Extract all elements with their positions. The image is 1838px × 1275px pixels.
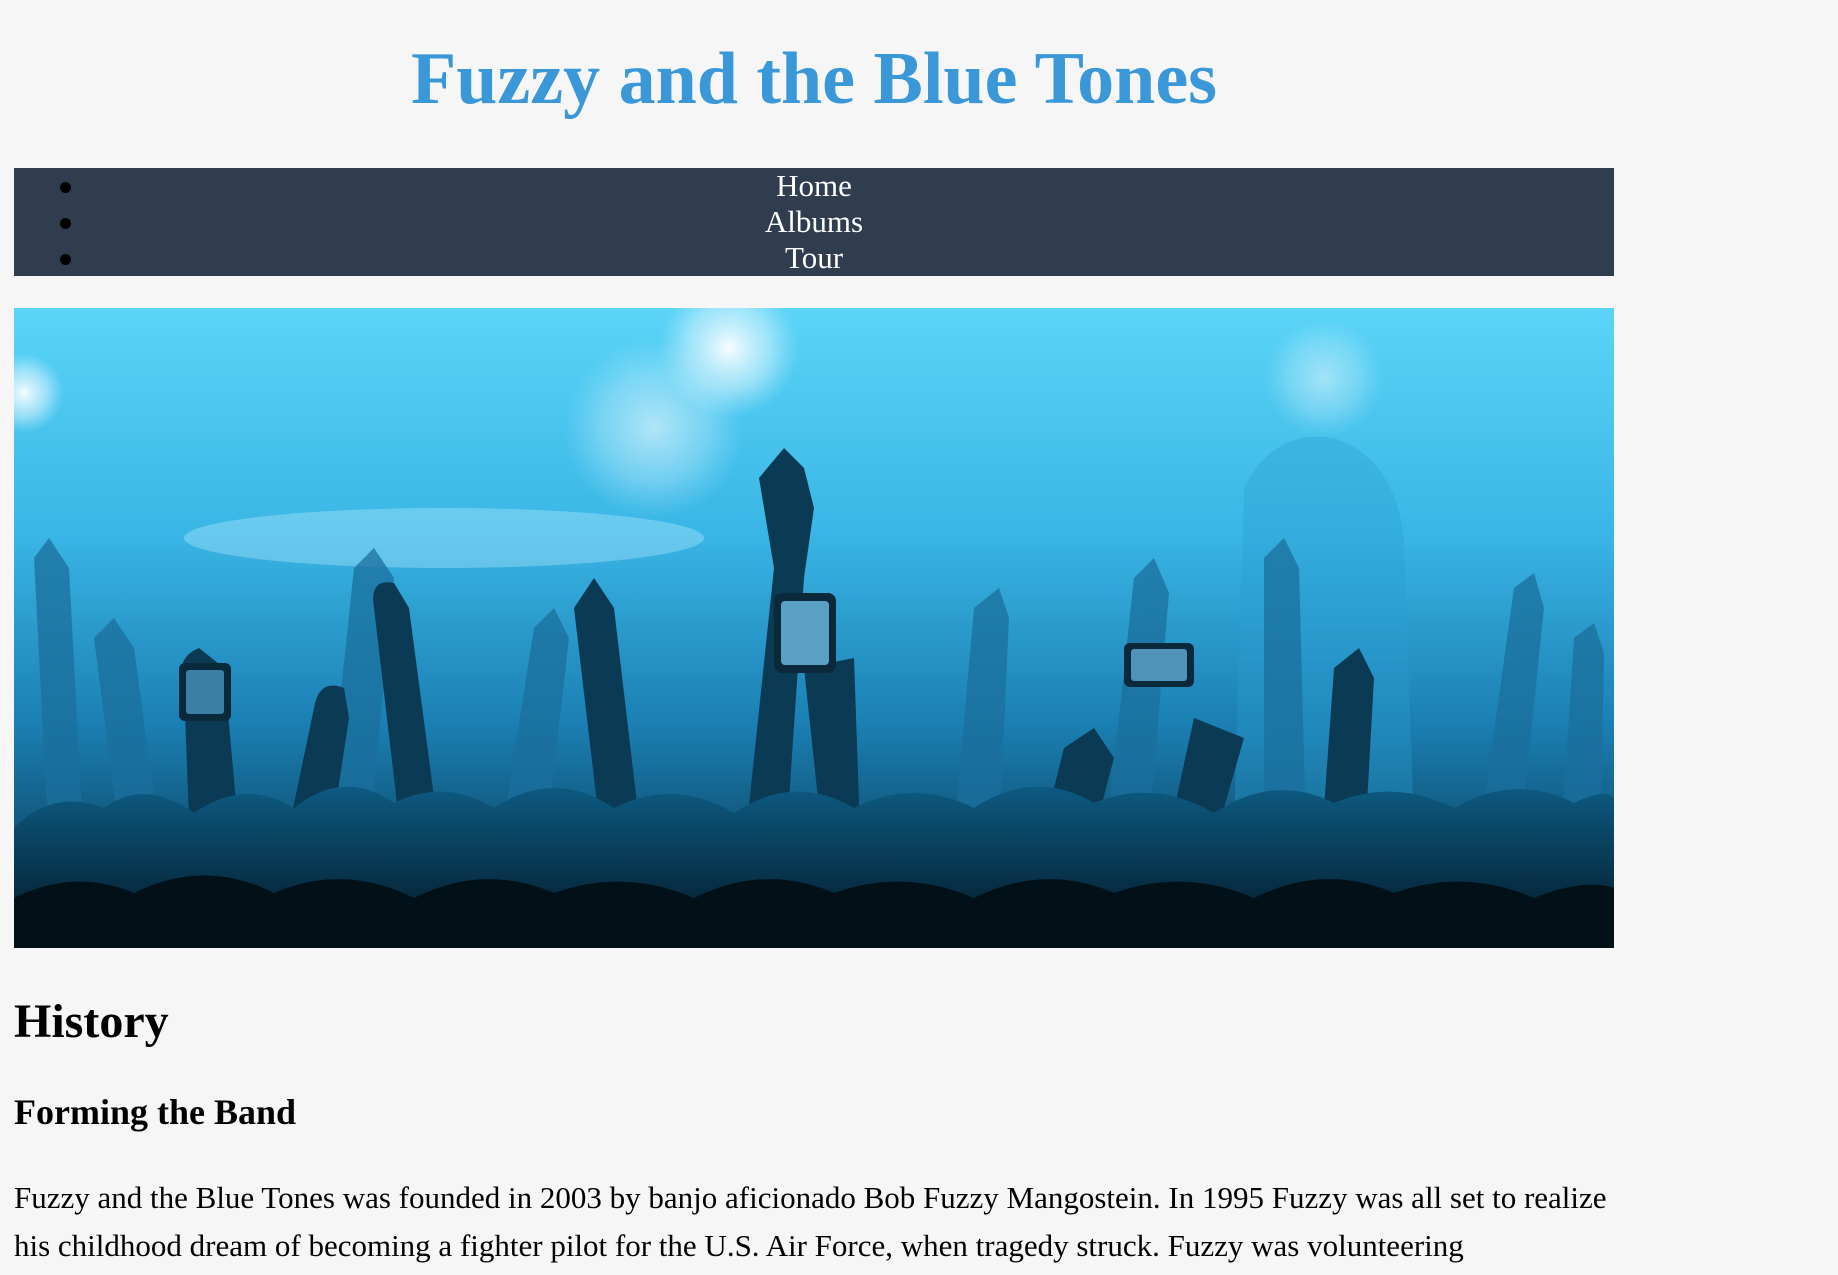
nav-item-tour[interactable]: Tour [14, 240, 1614, 276]
bullet-icon [60, 254, 71, 265]
nav-link-home[interactable]: Home [776, 168, 852, 203]
hero-image [14, 308, 1614, 948]
main-nav: Home Albums Tour [14, 168, 1614, 276]
bullet-icon [60, 218, 71, 229]
nav-item-home[interactable]: Home [14, 168, 1614, 204]
nav-link-tour[interactable]: Tour [785, 240, 843, 275]
nav-link-albums[interactable]: Albums [765, 204, 863, 239]
section-subheading: Forming the Band [14, 1092, 297, 1132]
nav-list: Home Albums Tour [14, 168, 1614, 276]
site-title: Fuzzy and the Blue Tones [411, 38, 1217, 120]
section-heading: History [14, 995, 169, 1048]
nav-item-albums[interactable]: Albums [14, 204, 1614, 240]
concert-crowd-illustration [14, 308, 1614, 948]
history-paragraph: Fuzzy and the Blue Tones was founded in … [14, 1180, 1607, 1263]
bullet-icon [60, 182, 71, 193]
